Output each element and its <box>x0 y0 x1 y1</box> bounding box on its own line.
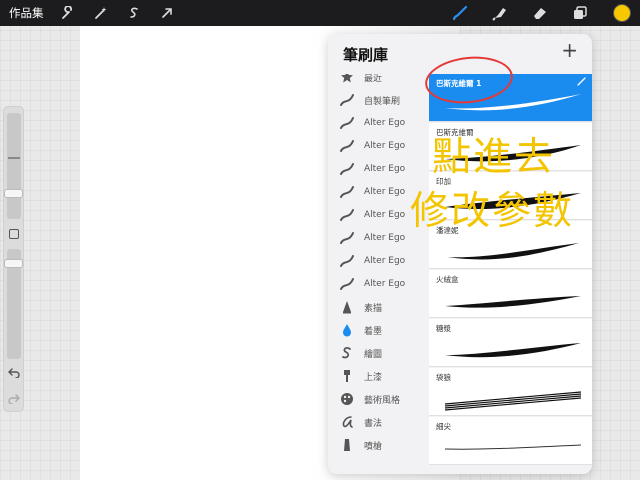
color-swatch-button[interactable] <box>613 4 631 22</box>
category-item[interactable]: Alter Ego <box>328 273 428 295</box>
stroke-icon <box>340 163 354 175</box>
brush-opacity-handle[interactable] <box>4 259 23 268</box>
layers-icon[interactable] <box>570 3 590 23</box>
brush-item[interactable]: 細尖 <box>429 417 592 465</box>
top-toolbar: 作品集 <box>0 0 640 26</box>
smudge-icon[interactable] <box>490 3 510 23</box>
paint-brush-icon <box>344 370 350 382</box>
category-item[interactable]: Alter Ego <box>328 250 428 272</box>
annotation-text-line2: 修改參數 <box>410 189 575 234</box>
brush-stroke-preview <box>444 444 582 450</box>
stroke-icon <box>340 232 354 244</box>
eyedropper-square-button[interactable] <box>9 229 19 239</box>
stroke-icon <box>340 255 354 267</box>
category-item[interactable]: 着墨 <box>328 319 428 341</box>
brush-stroke-preview <box>445 343 581 358</box>
stroke-icon <box>340 117 354 129</box>
stroke-icon <box>340 94 354 106</box>
undo-icon[interactable] <box>8 366 20 381</box>
brush-stroke-preview <box>444 391 582 411</box>
airbrush-icon <box>344 439 350 451</box>
category-item[interactable]: Alter Ego <box>328 135 428 157</box>
eraser-icon[interactable] <box>530 3 550 23</box>
edit-brush-icon[interactable] <box>577 77 586 88</box>
brush-stroke-preview <box>447 243 579 260</box>
category-item[interactable]: Alter Ego <box>328 158 428 180</box>
category-item[interactable]: 自製筆刷 <box>328 89 428 111</box>
brush-size-handle[interactable] <box>4 189 23 198</box>
palette-icon <box>341 393 353 405</box>
ink-drop-icon <box>343 324 351 337</box>
brush-opacity-slider[interactable] <box>4 249 23 359</box>
magic-wand-icon[interactable] <box>91 3 111 23</box>
panel-title: 筆刷庫 <box>343 46 389 64</box>
category-item[interactable]: 書法 <box>328 411 428 433</box>
category-list: 最近 自製筆刷 Alter Ego Alter Ego Alter Ego Al… <box>328 74 428 474</box>
category-item[interactable]: 上漆 <box>328 365 428 387</box>
category-item[interactable]: 噴槍 <box>328 434 428 456</box>
brush-item[interactable]: 袋狼 <box>429 368 592 416</box>
brush-icon[interactable] <box>450 3 470 23</box>
brush-item[interactable]: 火絨盒 <box>429 270 592 318</box>
category-item[interactable]: 繪圖 <box>328 342 428 364</box>
selection-icon[interactable] <box>124 3 144 23</box>
add-brush-button[interactable]: + <box>561 40 578 60</box>
stroke-icon <box>340 186 354 198</box>
category-item[interactable]: Alter Ego <box>328 112 428 134</box>
star-icon <box>341 74 353 83</box>
transform-arrow-icon[interactable] <box>157 3 177 23</box>
brush-item[interactable]: 糖漿 <box>429 319 592 367</box>
stroke-icon <box>340 140 354 152</box>
squiggle-icon <box>342 347 351 359</box>
size-tick <box>8 157 20 159</box>
brush-list: 巴斯克維爾 1 巴斯克維爾 印加 潘達妮 火絨盒 糖漿 袋狼 細尖 <box>429 74 592 474</box>
pencil-tip-icon <box>343 301 351 314</box>
redo-icon[interactable] <box>8 392 20 407</box>
left-sidebar <box>3 106 24 412</box>
gallery-button[interactable]: 作品集 <box>9 5 53 21</box>
wrench-icon[interactable] <box>58 3 78 23</box>
category-item[interactable]: 素描 <box>328 296 428 318</box>
stroke-icon <box>340 209 354 221</box>
calligraphy-icon <box>342 416 353 428</box>
annotation-text-line1: 點進去 <box>432 135 556 180</box>
category-item[interactable]: 藝術風格 <box>328 388 428 410</box>
stroke-icon <box>340 278 354 290</box>
brush-stroke-preview <box>445 296 581 308</box>
category-item[interactable]: 最近 <box>328 74 428 88</box>
brush-size-slider[interactable] <box>4 113 23 219</box>
